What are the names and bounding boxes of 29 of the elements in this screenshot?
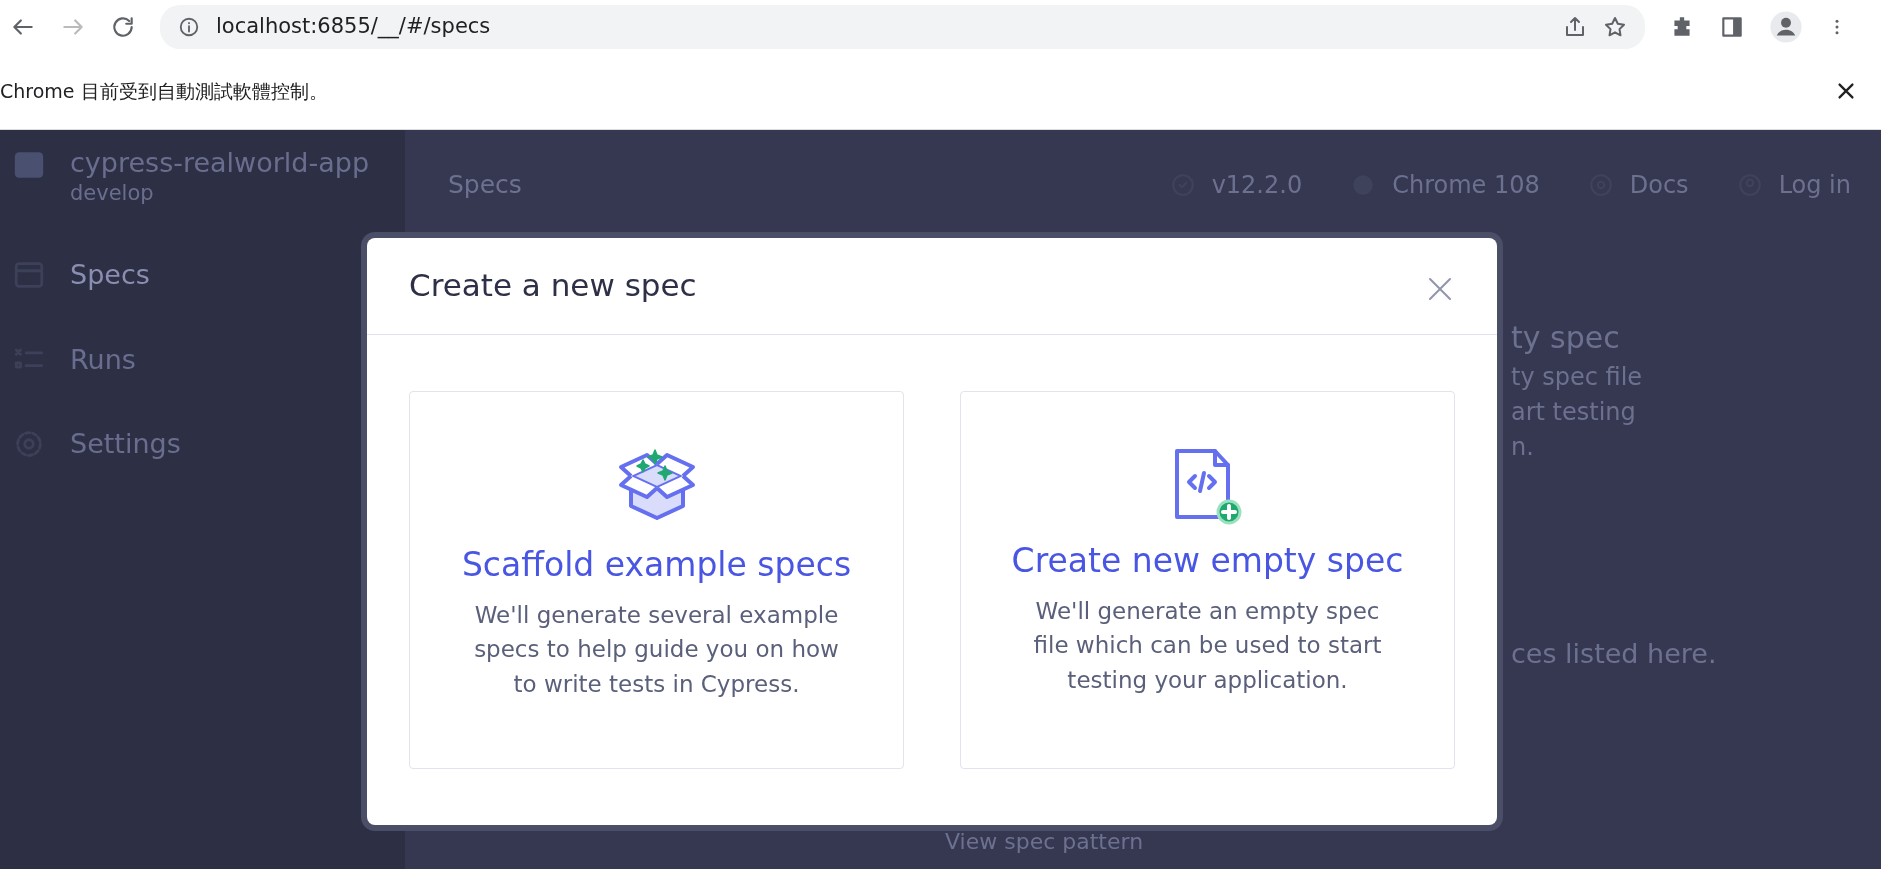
card-heading-fragment: ty spec [1511,319,1621,357]
share-icon[interactable] [1563,14,1587,39]
card-text-fragment: art testing [1511,396,1637,428]
profile-icon[interactable] [1769,9,1803,44]
header-link[interactable]: Log in [1736,167,1851,203]
card-description: We'll generate an empty spec file which can be used to start testing your application. [1032,596,1383,695]
infobar-text: Chrome 目前受到自動測試軟體控制。 [0,78,328,104]
option-card[interactable]: Scaffold example specs We'll generate several example specs to help guide you on how to write tests in Cypress. [409,391,904,769]
star-icon[interactable] [1603,14,1627,39]
close-icon[interactable] [1835,80,1857,102]
url-text: localhost:6855/__/#/specs [216,12,492,41]
page-title: Specs [448,169,522,202]
header-link[interactable]: v12.2.0 [1169,167,1303,203]
empty-state-fragment: ces listed here. [1511,637,1718,672]
option-card[interactable]: Create new empty spec We'll generate an empty spec file which can be used to start testing your application. [960,391,1455,769]
modal-title: Create a new spec [409,267,697,305]
header-link[interactable]: Docs [1587,167,1689,203]
card-text-fragment: n. [1511,431,1535,463]
sidebar-item[interactable]: Specs [8,233,397,318]
header-link[interactable]: Chrome 108 [1350,167,1540,203]
view-spec-pattern-link[interactable]: View spec pattern [945,824,1144,858]
sidebar-item[interactable]: Runs [8,317,397,403]
card-description: We'll generate several example specs to help guide you on how to write tests in Cypress. [473,600,840,699]
branch-name: develop [70,179,155,207]
card-text-fragment: ty spec file [1511,362,1644,393]
sidebar-item[interactable]: Settings [8,402,397,487]
info-icon [178,15,200,38]
project-name: cypress-realworld-app [70,148,370,178]
address-bar[interactable]: localhost:6855/__/#/specs [160,4,1645,49]
